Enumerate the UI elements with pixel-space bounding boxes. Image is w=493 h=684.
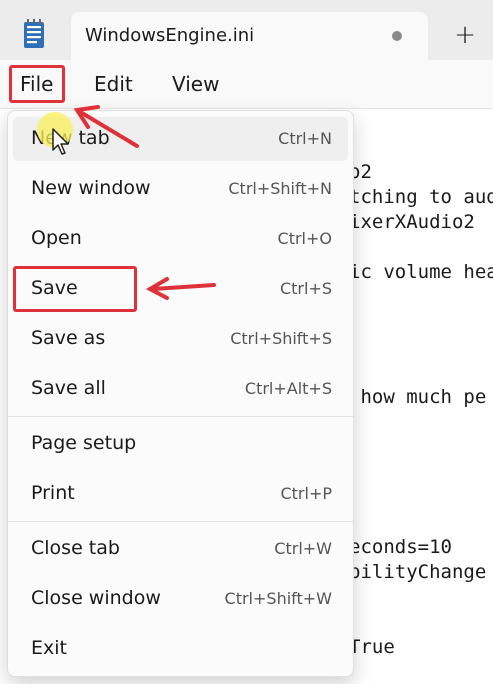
editor-line: econds=10 (349, 536, 452, 558)
menu-item-new-window[interactable]: New window Ctrl+Shift+N (13, 167, 348, 211)
editor-line: bilityChange (349, 561, 487, 583)
menu-item-shortcut: Ctrl+Shift+N (228, 179, 332, 198)
editor-line: how much pe (349, 386, 487, 408)
menu-item-label: Save all (31, 377, 106, 399)
file-menu-highlight-box (9, 65, 65, 103)
document-tab[interactable]: WindowsEngine.ini (71, 12, 428, 60)
menu-item-close-tab[interactable]: Close tab Ctrl+W (13, 527, 348, 571)
menu-bar: File Edit View (0, 60, 493, 108)
menu-item-shortcut: Ctrl+W (274, 539, 332, 558)
editor-line: True (349, 636, 395, 658)
editor-line: tching to aud (349, 186, 493, 208)
document-tab-title: WindowsEngine.ini (85, 25, 255, 46)
menu-item-label: Close window (31, 587, 161, 609)
editor-line: ixerXAudio2 (349, 211, 475, 233)
file-menu-dropdown: New tab Ctrl+N New window Ctrl+Shift+N O… (7, 110, 354, 677)
menu-item-page-setup[interactable]: Page setup (13, 422, 348, 466)
menu-view[interactable]: View (172, 72, 219, 96)
menu-item-label: New window (31, 177, 151, 199)
menu-item-label: Save as (31, 327, 106, 349)
new-tab-button[interactable]: + (446, 17, 484, 55)
menu-item-label: Exit (31, 637, 67, 659)
menu-item-save-all[interactable]: Save all Ctrl+Alt+S (13, 367, 348, 411)
menu-item-label: Close tab (31, 537, 120, 559)
menu-item-shortcut: Ctrl+N (278, 129, 332, 148)
menu-item-label: Page setup (31, 432, 137, 454)
notepad-app-icon (24, 19, 44, 48)
menu-item-print[interactable]: Print Ctrl+P (13, 472, 348, 516)
save-highlight-box (13, 266, 137, 312)
menu-item-shortcut: Ctrl+P (280, 484, 332, 503)
menu-item-shortcut: Ctrl+Shift+S (230, 329, 332, 348)
menu-item-label: Print (31, 482, 75, 504)
menu-item-open[interactable]: Open Ctrl+O (13, 217, 348, 261)
menu-separator (8, 521, 353, 522)
menu-item-shortcut: Ctrl+Shift+W (224, 589, 332, 608)
menu-item-exit[interactable]: Exit (13, 627, 348, 671)
menu-item-label: Open (31, 227, 82, 249)
menu-edit[interactable]: Edit (94, 72, 133, 96)
menu-item-close-window[interactable]: Close window Ctrl+Shift+W (13, 577, 348, 621)
menu-item-shortcut: Ctrl+S (279, 279, 332, 298)
menu-separator (8, 416, 353, 417)
unsaved-indicator-dot[interactable] (392, 31, 402, 41)
menu-item-shortcut: Ctrl+O (277, 229, 332, 248)
menu-item-save-as[interactable]: Save as Ctrl+Shift+S (13, 317, 348, 361)
mouse-pointer-icon (52, 128, 69, 155)
title-bar: WindowsEngine.ini + (0, 0, 493, 60)
editor-line: ic volume hea (349, 261, 493, 283)
menu-item-shortcut: Ctrl+Alt+S (244, 379, 332, 398)
